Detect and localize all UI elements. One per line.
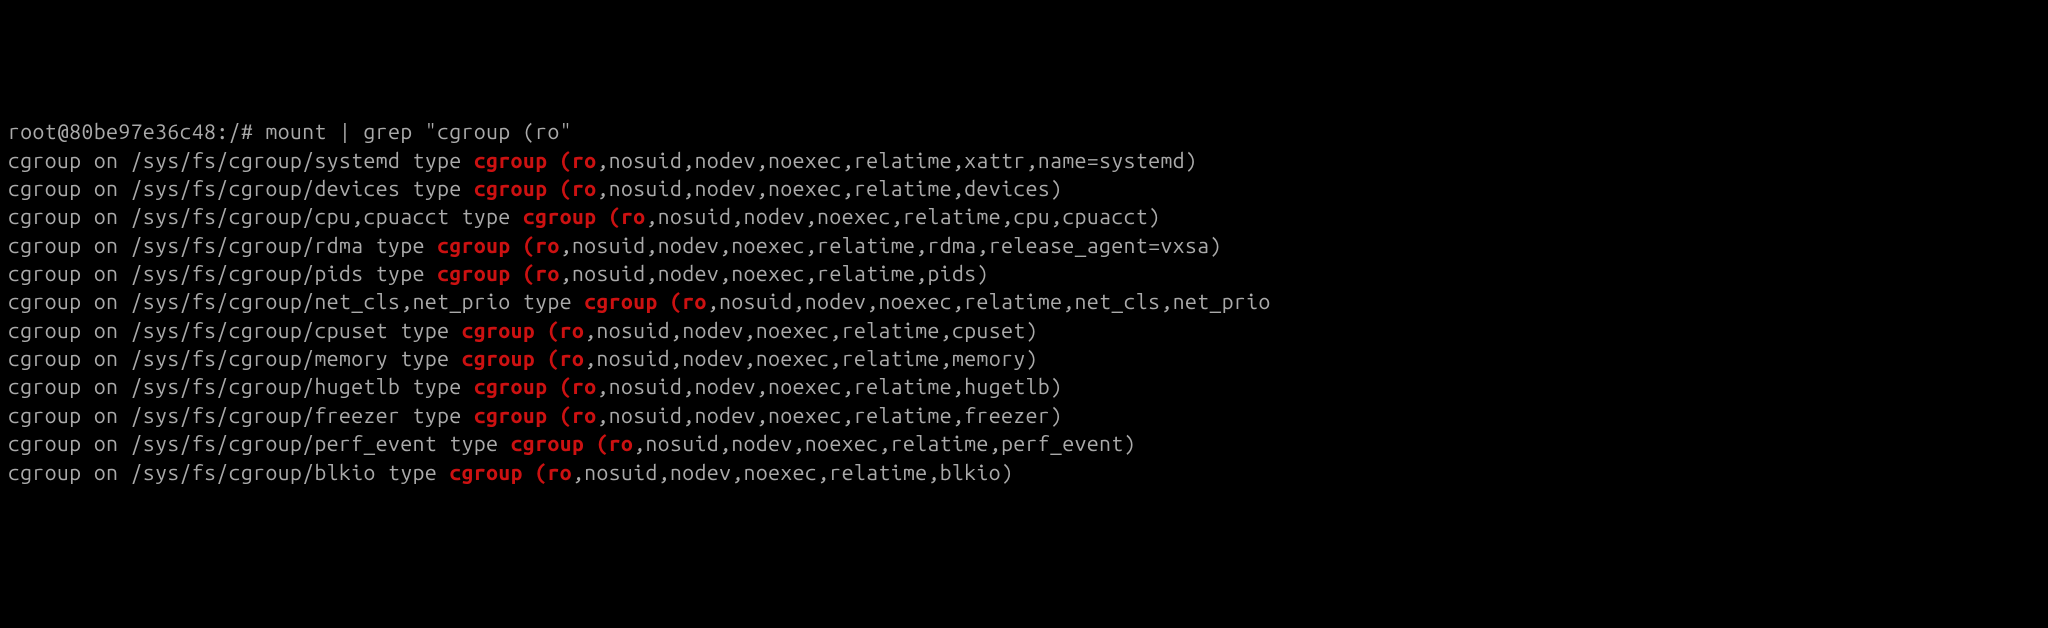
grep-match: cgroup (ro [474,148,597,172]
command-text: mount | grep "cgroup (ro" [265,119,572,143]
output-line: cgroup on /sys/fs/cgroup/memory type cgr… [8,344,2040,372]
output-text-pre: cgroup on /sys/fs/cgroup/blkio type [8,460,449,484]
grep-match: cgroup (ro [474,374,597,398]
output-line: cgroup on /sys/fs/cgroup/hugetlb type cg… [8,372,2040,400]
grep-match: cgroup (ro [523,204,646,228]
output-line: cgroup on /sys/fs/cgroup/pids type cgrou… [8,259,2040,287]
output-text-post: ,nosuid,nodev,noexec,relatime,devices) [597,176,1063,200]
output-text-pre: cgroup on /sys/fs/cgroup/cpuset type [8,318,462,342]
output-text-post: ,nosuid,nodev,noexec,relatime,rdma,relea… [560,233,1222,257]
output-text-pre: cgroup on /sys/fs/cgroup/devices type [8,176,474,200]
output-line: cgroup on /sys/fs/cgroup/blkio type cgro… [8,458,2040,486]
output-text-post: ,nosuid,nodev,noexec,relatime,perf_event… [633,431,1136,455]
output-text-post: ,nosuid,nodev,noexec,relatime,xattr,name… [597,148,1198,172]
grep-match: cgroup (ro [449,460,572,484]
output-text-pre: cgroup on /sys/fs/cgroup/cpu,cpuacct typ… [8,204,523,228]
prompt-line[interactable]: root@80be97e36c48:/# mount | grep "cgrou… [8,117,2040,145]
output-text-pre: cgroup on /sys/fs/cgroup/net_cls,net_pri… [8,289,584,313]
output-text-post: ,nosuid,nodev,noexec,relatime,blkio) [572,460,1013,484]
grep-match: cgroup (ro [437,233,560,257]
output-text-pre: cgroup on /sys/fs/cgroup/systemd type [8,148,474,172]
output-line: cgroup on /sys/fs/cgroup/rdma type cgrou… [8,231,2040,259]
output-text-pre: cgroup on /sys/fs/cgroup/perf_event type [8,431,511,455]
output-text-post: ,nosuid,nodev,noexec,relatime,net_cls,ne… [707,289,1271,313]
output-text-post: ,nosuid,nodev,noexec,relatime,pids) [560,261,989,285]
grep-match: cgroup (ro [474,403,597,427]
output-text-pre: cgroup on /sys/fs/cgroup/freezer type [8,403,474,427]
output-line: cgroup on /sys/fs/cgroup/cpuset type cgr… [8,316,2040,344]
output-text-post: ,nosuid,nodev,noexec,relatime,hugetlb) [597,374,1063,398]
output-line: cgroup on /sys/fs/cgroup/freezer type cg… [8,401,2040,429]
output-text-post: ,nosuid,nodev,noexec,relatime,cpuset) [584,318,1038,342]
output-line: cgroup on /sys/fs/cgroup/net_cls,net_pri… [8,287,2040,315]
output-text-pre: cgroup on /sys/fs/cgroup/hugetlb type [8,374,474,398]
grep-match: cgroup (ro [462,346,585,370]
output-line: cgroup on /sys/fs/cgroup/cpu,cpuacct typ… [8,202,2040,230]
grep-match: cgroup (ro [511,431,634,455]
output-line: cgroup on /sys/fs/cgroup/devices type cg… [8,174,2040,202]
output-line: cgroup on /sys/fs/cgroup/perf_event type… [8,429,2040,457]
grep-match: cgroup (ro [462,318,585,342]
output-text-pre: cgroup on /sys/fs/cgroup/pids type [8,261,437,285]
grep-match: cgroup (ro [584,289,707,313]
output-text-post: ,nosuid,nodev,noexec,relatime,cpu,cpuacc… [646,204,1161,228]
terminal-output[interactable]: root@80be97e36c48:/# mount | grep "cgrou… [8,117,2040,485]
output-text-post: ,nosuid,nodev,noexec,relatime,memory) [584,346,1038,370]
output-line: cgroup on /sys/fs/cgroup/systemd type cg… [8,146,2040,174]
grep-match: cgroup (ro [474,176,597,200]
output-text-pre: cgroup on /sys/fs/cgroup/rdma type [8,233,437,257]
grep-match: cgroup (ro [437,261,560,285]
output-text-pre: cgroup on /sys/fs/cgroup/memory type [8,346,462,370]
shell-prompt: root@80be97e36c48:/# [8,119,265,143]
output-text-post: ,nosuid,nodev,noexec,relatime,freezer) [597,403,1063,427]
